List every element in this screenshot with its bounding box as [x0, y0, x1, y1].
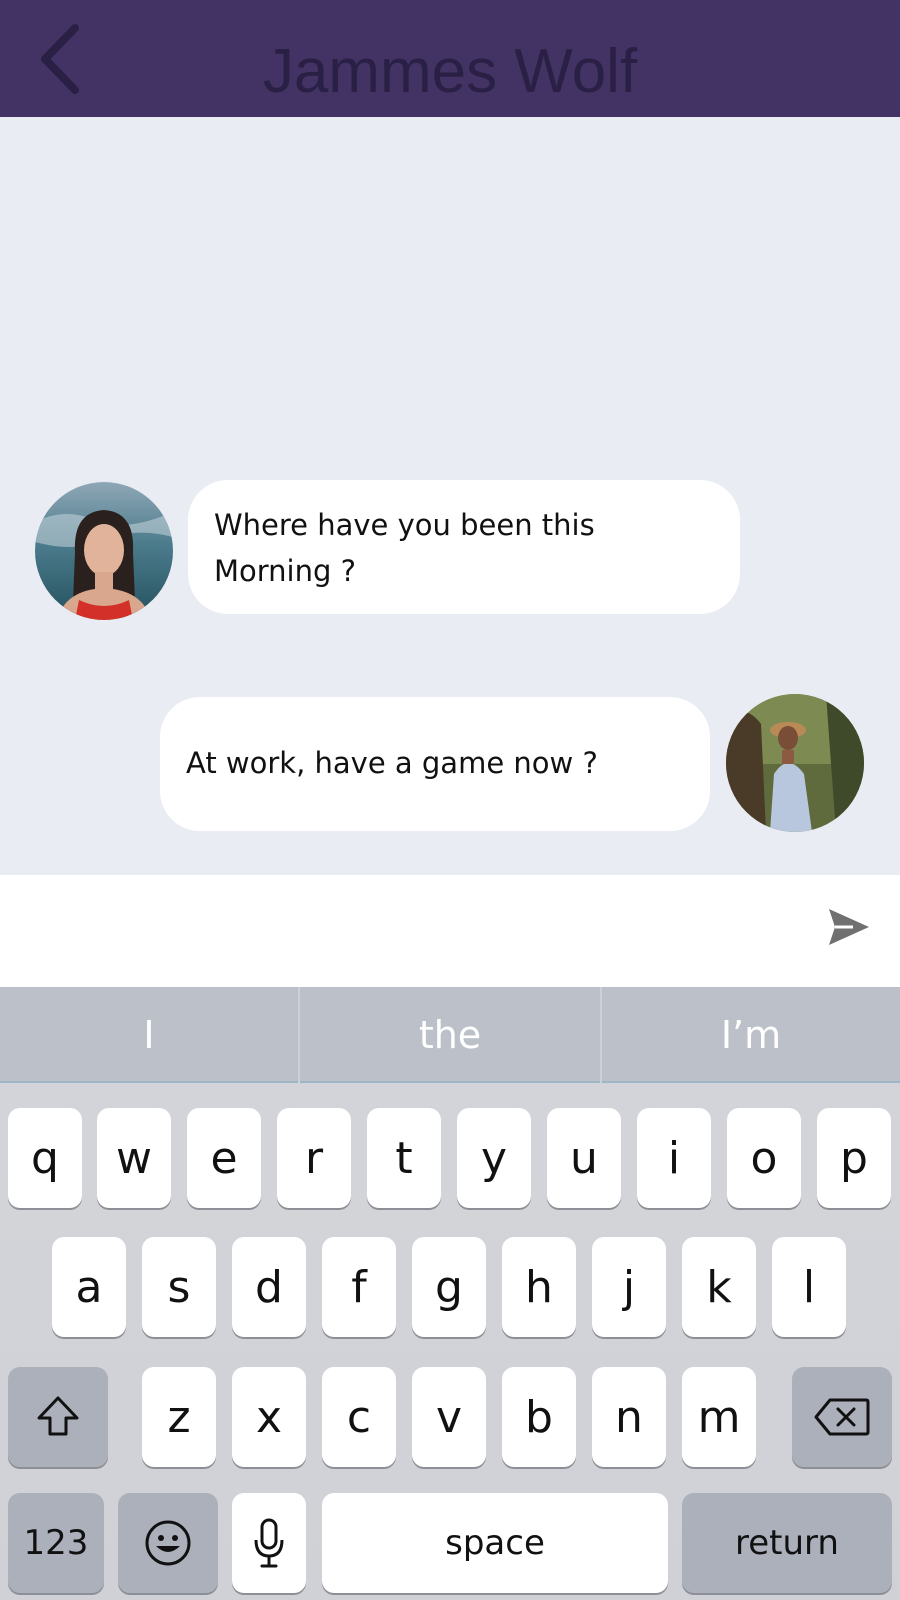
key-f[interactable]: f [322, 1237, 396, 1337]
key-j[interactable]: j [592, 1237, 666, 1337]
microphone-icon [254, 1518, 284, 1568]
user-avatar[interactable] [726, 694, 864, 832]
emoji-icon [145, 1520, 191, 1566]
send-button[interactable] [824, 902, 874, 952]
key-z[interactable]: z [142, 1367, 216, 1467]
suggestion-1[interactable]: I [0, 987, 298, 1083]
shift-icon [37, 1396, 79, 1436]
suggestion-bar: I the I’m [0, 987, 900, 1083]
backspace-icon [814, 1398, 870, 1436]
return-key[interactable]: return [682, 1493, 892, 1593]
outgoing-message-bubble[interactable]: At work, have a game now ? [160, 697, 710, 831]
key-m[interactable]: m [682, 1367, 756, 1467]
contact-name: Jammes Wolf [262, 37, 638, 106]
key-g[interactable]: g [412, 1237, 486, 1337]
key-v[interactable]: v [412, 1367, 486, 1467]
key-t[interactable]: t [367, 1108, 441, 1208]
key-y[interactable]: y [457, 1108, 531, 1208]
key-x[interactable]: x [232, 1367, 306, 1467]
key-c[interactable]: c [322, 1367, 396, 1467]
key-e[interactable]: e [187, 1108, 261, 1208]
key-l[interactable]: l [772, 1237, 846, 1337]
message-text: At work, have a game now ? [186, 746, 598, 780]
suggestion-3[interactable]: I’m [602, 987, 900, 1083]
key-w[interactable]: w [97, 1108, 171, 1208]
contact-avatar[interactable] [35, 482, 173, 620]
key-q[interactable]: q [8, 1108, 82, 1208]
message-text: Where have you been this Morning ? [214, 508, 595, 588]
numbers-key[interactable]: 123 [8, 1493, 104, 1593]
key-s[interactable]: s [142, 1237, 216, 1337]
key-o[interactable]: o [727, 1108, 801, 1208]
composer-bar [0, 875, 900, 987]
message-input[interactable] [20, 895, 800, 967]
shift-key[interactable] [8, 1367, 108, 1467]
key-p[interactable]: p [817, 1108, 891, 1208]
dictation-key[interactable] [232, 1493, 306, 1593]
key-h[interactable]: h [502, 1237, 576, 1337]
chat-header: Jammes Wolf [0, 0, 900, 117]
message-list[interactable]: Where have you been this Morning ? At wo… [0, 117, 900, 875]
key-u[interactable]: u [547, 1108, 621, 1208]
key-n[interactable]: n [592, 1367, 666, 1467]
emoji-key[interactable] [118, 1493, 218, 1593]
key-r[interactable]: r [277, 1108, 351, 1208]
key-a[interactable]: a [52, 1237, 126, 1337]
space-key[interactable]: space [322, 1493, 668, 1593]
key-b[interactable]: b [502, 1367, 576, 1467]
send-icon [829, 909, 869, 945]
delete-key[interactable] [792, 1367, 892, 1467]
key-i[interactable]: i [637, 1108, 711, 1208]
incoming-message-bubble[interactable]: Where have you been this Morning ? [188, 480, 740, 614]
suggestion-2[interactable]: the [300, 987, 600, 1083]
key-k[interactable]: k [682, 1237, 756, 1337]
on-screen-keyboard: I the I’m q w e r t y u i o p a s d f g … [0, 987, 900, 1600]
key-d[interactable]: d [232, 1237, 306, 1337]
